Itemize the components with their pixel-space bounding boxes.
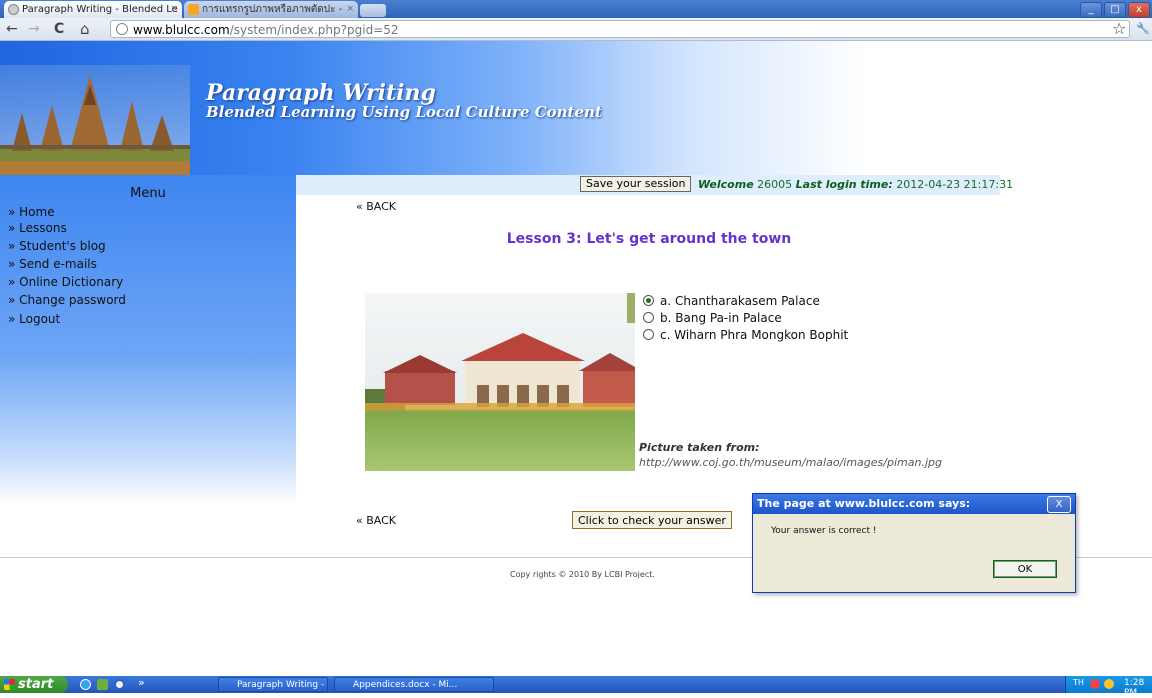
url-path: /system/index.php?pgid=52 xyxy=(229,23,399,37)
radio-selected[interactable] xyxy=(643,295,654,306)
menu-item-logout[interactable]: » Logout xyxy=(8,310,60,328)
task-label: Paragraph Writing - B... xyxy=(237,680,327,690)
option-label: c. Wiharn Phra Mongkon Bophit xyxy=(660,328,849,342)
menu-title: Menu xyxy=(130,186,166,201)
check-answer-button[interactable]: Click to check your answer xyxy=(572,511,732,529)
dialog-title: The page at www.blulcc.com says: xyxy=(753,494,1075,514)
dialog-ok-button[interactable]: OK xyxy=(993,560,1057,578)
back-link-bottom[interactable]: « BACK xyxy=(356,514,396,527)
task-appendices-docx[interactable]: Appendices.docx - Mi... xyxy=(334,677,494,692)
volume-tray-icon[interactable] xyxy=(1104,679,1114,689)
back-arrow-icon[interactable]: ← xyxy=(6,20,18,38)
close-window-button[interactable]: x xyxy=(1128,2,1150,18)
alert-dialog: The page at www.blulcc.com says: X Your … xyxy=(752,493,1076,593)
answer-option-a[interactable]: a. Chantharakasem Palace xyxy=(643,294,820,308)
ie-icon[interactable] xyxy=(80,679,91,690)
lesson-title: Lesson 3: Let's get around the town xyxy=(506,231,792,247)
menu-item-online-dictionary[interactable]: » Online Dictionary xyxy=(8,273,123,291)
globe-icon xyxy=(8,4,19,15)
language-indicator[interactable]: TH xyxy=(1073,678,1084,687)
security-tray-icon[interactable] xyxy=(1090,679,1100,689)
welcome-info: Welcome 26005 Last login time: 2012-04-2… xyxy=(698,178,1013,191)
taskbar xyxy=(0,676,1152,693)
dialog-message: Your answer is correct ! xyxy=(771,526,877,536)
picture-source-url: http://www.coj.go.th/museum/malao/images… xyxy=(639,456,942,469)
quicklaunch-overflow-icon[interactable]: » xyxy=(138,676,145,689)
last-login-label: Last login time: xyxy=(795,178,893,191)
option-label: a. Chantharakasem Palace xyxy=(660,294,820,308)
maximize-button[interactable]: □ xyxy=(1104,2,1126,18)
last-login-value: 2012-04-23 21:17:31 xyxy=(896,178,1014,191)
page-globe-icon xyxy=(116,23,128,35)
menu-item-change-password[interactable]: » Change password xyxy=(8,291,126,309)
menu-item-send-emails[interactable]: » Send e-mails xyxy=(8,255,97,273)
new-tab-button[interactable] xyxy=(360,4,386,17)
option-label: b. Bang Pa-in Palace xyxy=(660,311,782,325)
dialog-close-icon[interactable]: X xyxy=(1047,496,1071,513)
reload-icon[interactable]: C xyxy=(54,20,64,38)
tab-thai-clipart[interactable]: การแทรกรูปภาพหรือภาพตัดปะ - × xyxy=(184,1,358,18)
menu-item-students-blog[interactable]: » Student's blog xyxy=(8,237,106,255)
picture-source-label: Picture taken from: xyxy=(639,441,760,454)
tab-paragraph-writing[interactable]: Paragraph Writing - Blended Le × xyxy=(4,1,182,18)
home-icon[interactable]: ⌂ xyxy=(80,20,90,38)
taskbar-clock: 1:28 PM xyxy=(1124,678,1145,698)
task-label: Appendices.docx - Mi... xyxy=(353,680,458,690)
tab-title: การแทรกรูปภาพหรือภาพตัดปะ - xyxy=(202,4,343,15)
windows-logo-icon xyxy=(4,679,15,690)
answer-option-c[interactable]: c. Wiharn Phra Mongkon Bophit xyxy=(643,328,848,342)
task-paragraph-writing[interactable]: Paragraph Writing - B... xyxy=(218,677,328,692)
quicklaunch-app-icon[interactable] xyxy=(97,679,108,690)
url-input[interactable]: www.blulcc.com/system/index.php?pgid=52 xyxy=(110,20,1130,38)
radio-unselected[interactable] xyxy=(643,329,654,340)
copyright-text: Copy rights © 2010 By LCBI Project. xyxy=(510,570,655,579)
menu-item-lessons[interactable]: » Lessons xyxy=(8,219,67,237)
chantharakasem-palace-photo xyxy=(365,293,635,471)
chrome-quicklaunch-icon[interactable] xyxy=(114,679,125,690)
forward-arrow-icon[interactable]: → xyxy=(28,20,40,38)
welcome-label: Welcome xyxy=(698,178,754,191)
minimize-button[interactable]: _ xyxy=(1080,2,1102,18)
back-link-top[interactable]: « BACK xyxy=(356,200,396,213)
answer-option-b[interactable]: b. Bang Pa-in Palace xyxy=(643,311,782,325)
save-session-button[interactable]: Save your session xyxy=(580,176,692,192)
tab-title: Paragraph Writing - Blended Le xyxy=(22,4,178,15)
start-label: start xyxy=(18,677,54,692)
user-id: 26005 xyxy=(757,178,793,191)
tab-close-icon[interactable]: × xyxy=(170,1,178,18)
wrench-icon[interactable]: 🔧 xyxy=(1136,20,1150,38)
radio-unselected[interactable] xyxy=(643,312,654,323)
site-subtitle: Blended Learning Using Local Culture Con… xyxy=(206,103,602,121)
office-icon xyxy=(188,4,199,15)
tab-close-icon[interactable]: × xyxy=(346,1,354,18)
url-domain: www.blulcc.com xyxy=(133,23,230,37)
temple-ruins-image xyxy=(0,65,190,177)
bookmark-star-icon[interactable]: ☆ xyxy=(1112,20,1126,38)
